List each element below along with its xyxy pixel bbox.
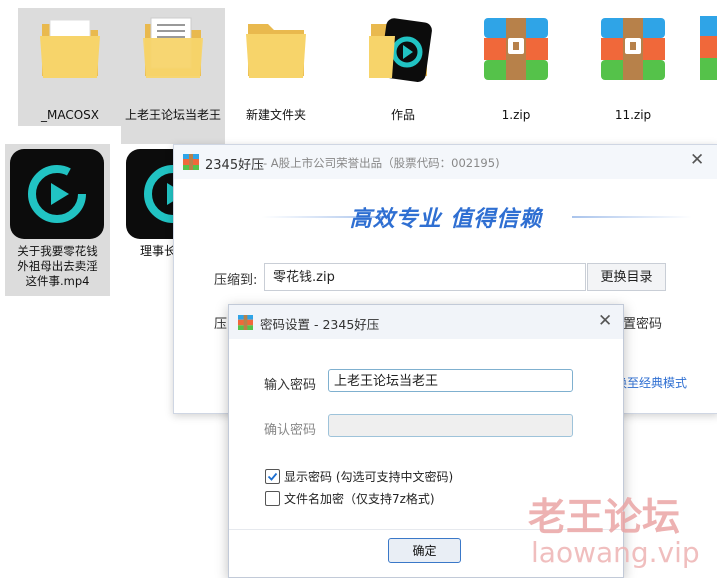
file-11-zip[interactable]: 11.zip [581,8,685,126]
dialog-title: 密码设置 - 2345好压 [260,317,380,332]
file-1-zip[interactable]: 1.zip [464,8,568,126]
show-password-checkbox[interactable] [265,469,280,484]
compress-to-label: 压缩到: [214,273,258,288]
file-new-folder[interactable]: 新建文件夹 [224,8,328,126]
folder-icon [143,17,203,78]
file-works-folder[interactable]: 作品 [351,8,455,126]
file-label: 11.zip [614,108,652,122]
show-password-label: 显示密码 (勾选可支持中文密码) [284,470,454,484]
app-name: 2345好压 [205,158,265,173]
close-icon[interactable]: ✕ [690,150,704,170]
folder-icon [246,24,306,78]
file-label: _MACOSX [40,108,99,122]
folder-video-icon [369,18,432,83]
file-label: 新建文件夹 [245,108,306,122]
watermark-url: laowang.vip [531,536,700,569]
file-label: 关于我要零花钱外祖母出去卖淫这件事.mp4 [17,244,98,288]
confirm-password-label: 确认密码 [264,423,317,438]
video-player-icon [10,149,104,239]
folder-icon [40,19,100,78]
file-label: 1.zip [501,108,531,122]
password-input[interactable]: 上老王论坛当老王 [328,369,573,392]
file-label: 作品 [390,108,415,122]
title-bar: 密码设置 - 2345好压 ✕ [229,305,623,339]
enter-password-label: 输入密码 [264,378,317,393]
close-icon[interactable]: ✕ [598,311,612,331]
encrypt-filename-checkbox[interactable] [265,491,280,506]
divider [572,216,692,218]
app-logo-icon [183,154,199,170]
watermark-text: 老王论坛 [528,495,681,539]
classic-mode-link[interactable]: 换至经典模式 [615,374,687,391]
confirm-password-input[interactable] [328,414,573,437]
encrypt-filename-label: 文件名加密（仅支持7z格式) [284,492,435,506]
app-logo-icon [238,315,253,330]
compress-path-input[interactable]: 零花钱.zip [264,263,586,291]
file-laowang-folder[interactable]: 上老王论坛当老王 [121,8,225,144]
change-directory-button[interactable]: 更换目录 [587,263,666,291]
app-subtitle: - A股上市公司荣誉出品（股票代码：002195) [263,156,500,170]
zip-archive-icon [484,18,548,80]
ok-button[interactable]: 确定 [388,538,461,563]
file-macosx[interactable]: _MACOSX [18,8,122,126]
title-bar: 2345好压 - A股上市公司荣誉出品（股票代码：002195) ✕ [174,145,717,179]
zip-archive-icon [601,18,665,80]
check-icon [267,472,278,481]
option-label: 压 [214,317,228,332]
file-label: 上老王论坛当老王 [124,108,221,122]
set-password-link[interactable]: 置密码 [623,313,662,332]
file-video-mp4[interactable]: 关于我要零花钱外祖母出去卖淫这件事.mp4 [5,144,110,296]
zip-archive-icon [700,16,717,80]
